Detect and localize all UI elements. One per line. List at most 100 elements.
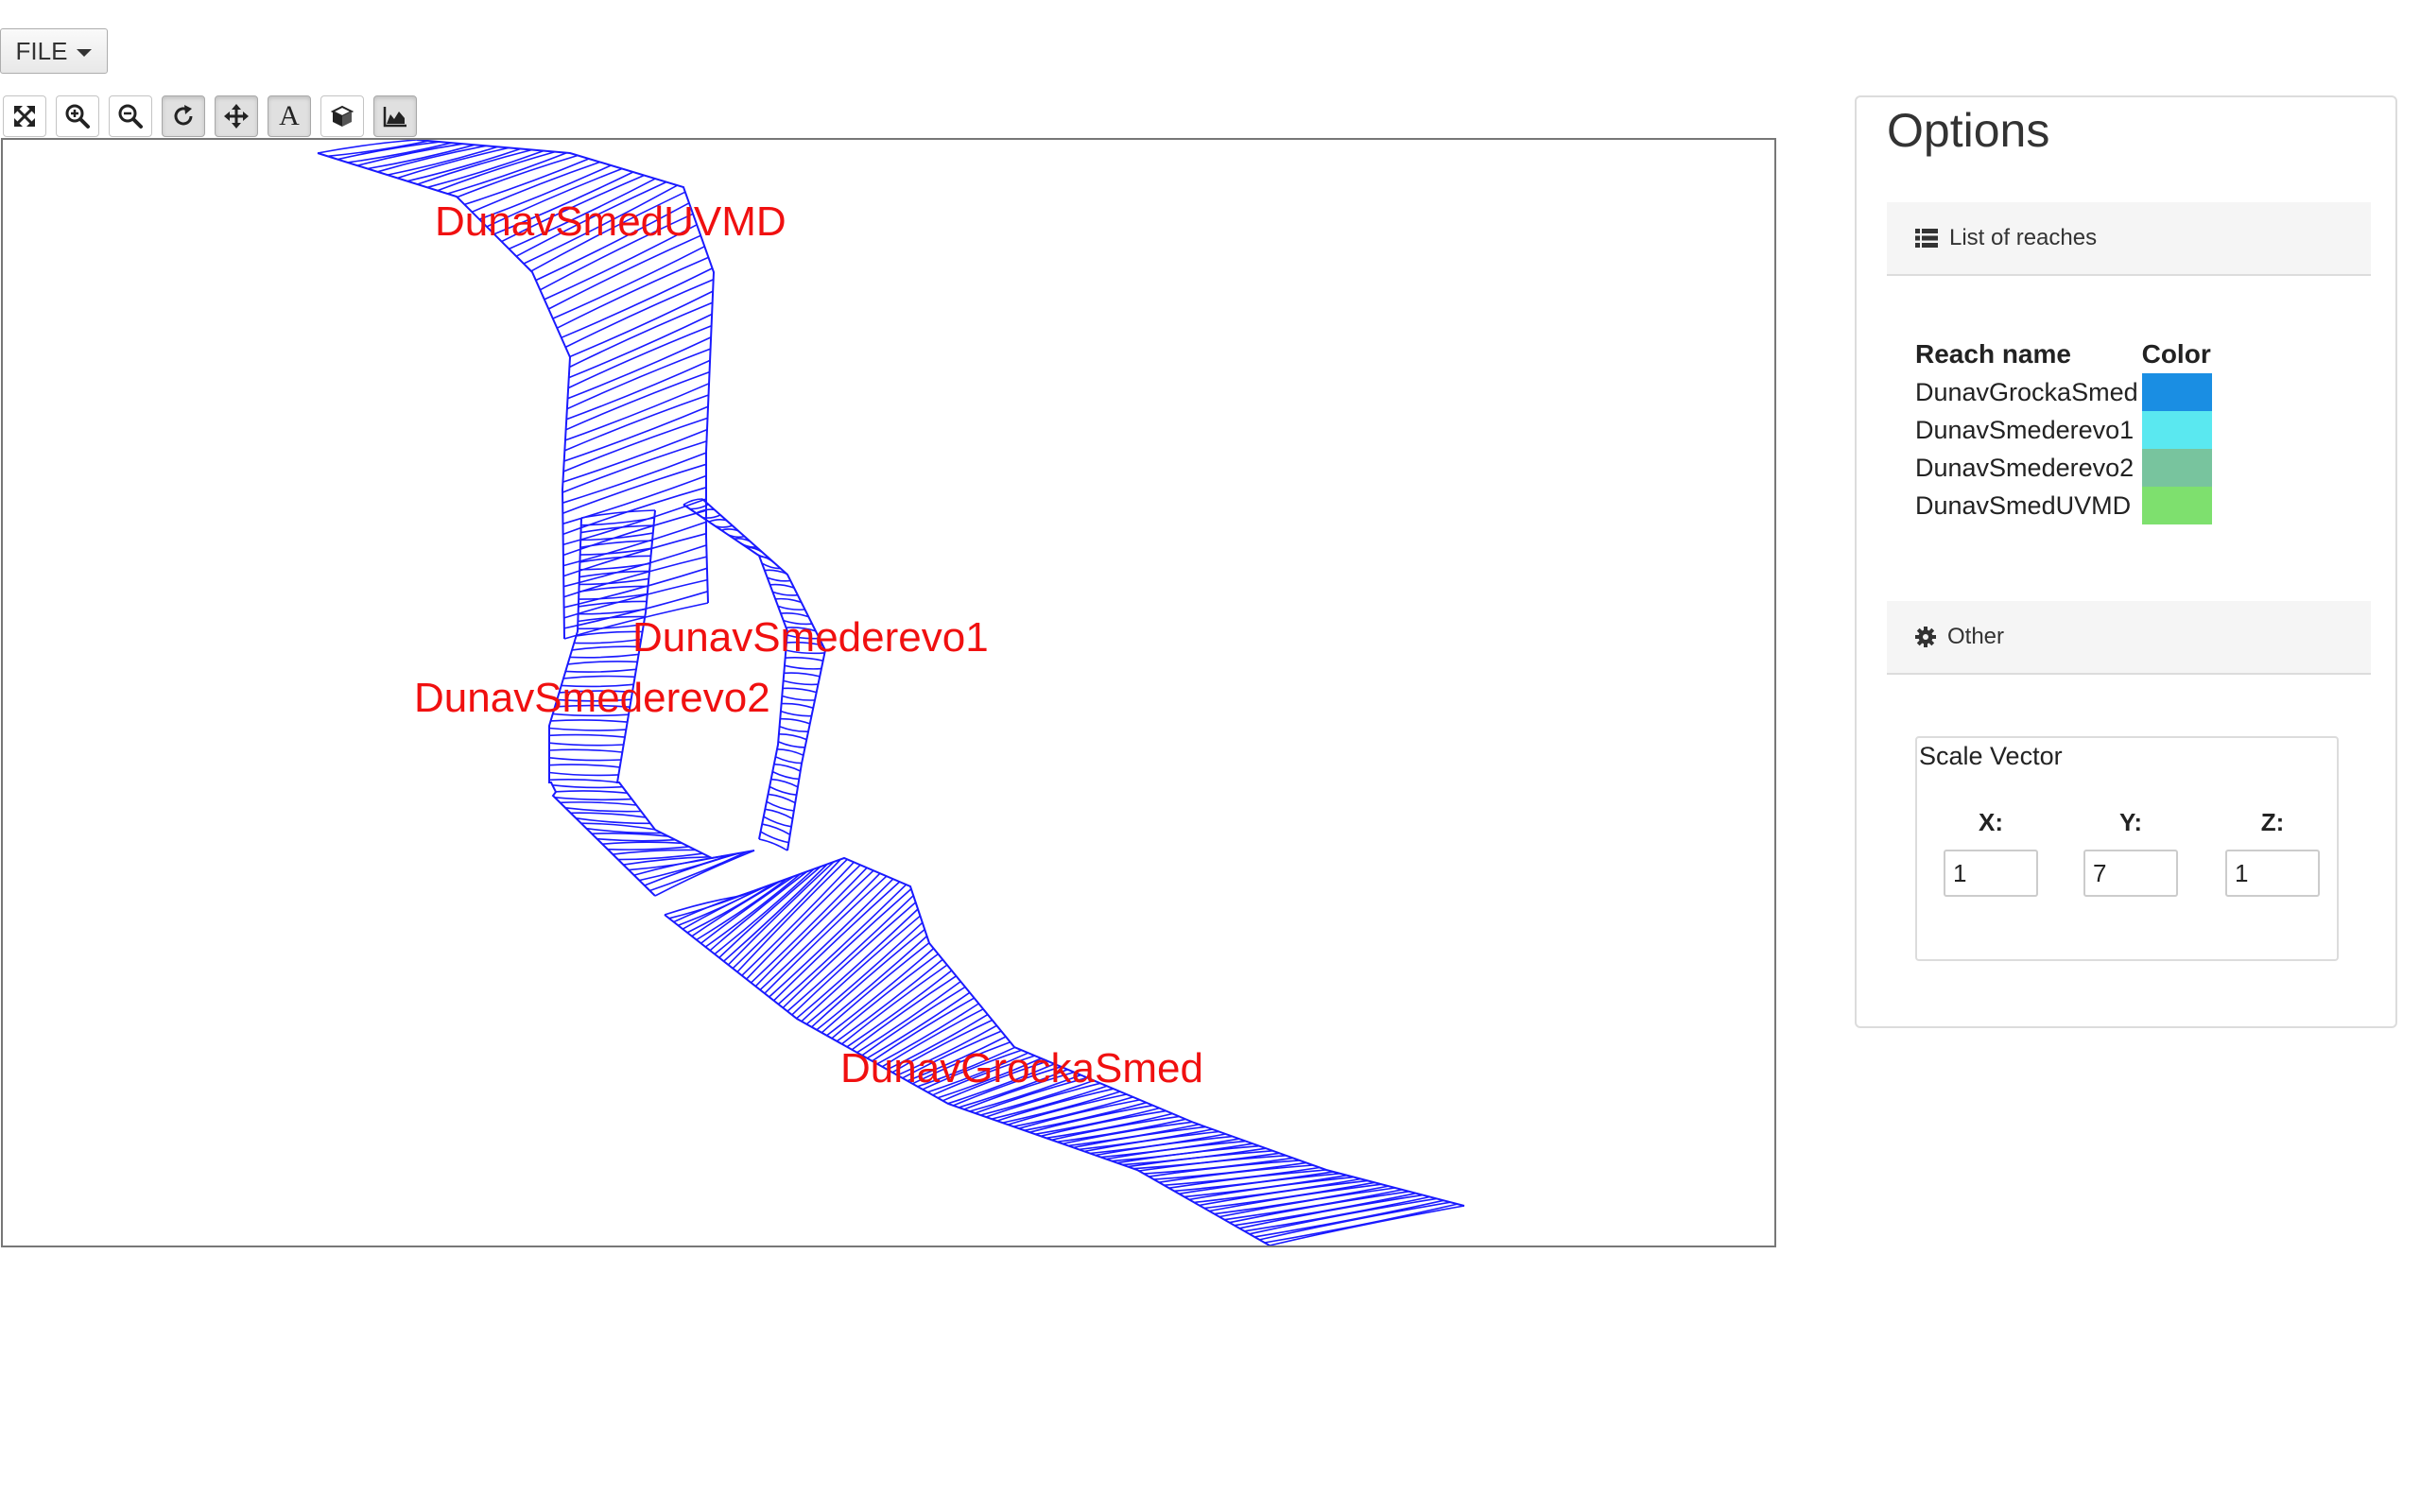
options-title: Options [1887,104,2050,157]
cross-section-line [564,807,642,813]
cross-section-line [769,785,797,796]
cross-section-line [548,764,620,768]
cross-section-line [775,756,803,765]
list-icon [1915,229,1938,248]
cross-section-line [783,679,819,686]
cross-section-line [562,521,707,567]
table-row: DunavSmederevo1 [1915,411,2215,449]
scale-x-group: X: [1944,808,2038,897]
cross-section-line [596,837,676,842]
cross-section-line [784,664,821,670]
scale-y-label: Y: [2118,808,2143,836]
cross-section-line [782,695,816,701]
color-swatch[interactable] [2141,411,2212,449]
reach-name: DunavGrockaSmed [1915,377,2138,406]
list-of-reaches-header[interactable]: List of reaches [1887,202,2371,276]
cross-section-line [1168,1169,1327,1189]
table-row: DunavSmedUVMD [1915,487,2215,524]
cross-section-line [777,741,805,748]
reach-table: Reach name Color DunavGrockaSmed DunavSm… [1915,335,2215,524]
zoom-out-button[interactable] [109,95,152,137]
reach-name: DunavSmederevo1 [1915,415,2135,444]
scale-y-input[interactable] [2083,850,2178,897]
move-arrows-icon [224,104,249,129]
cross-section-line [548,742,624,747]
cross-section-line [1269,1205,1465,1246]
cross-section-line [548,727,627,731]
cross-section-line [771,770,800,781]
cross-section-line [780,717,811,725]
scale-x-input[interactable] [1944,850,2038,897]
cross-section-line [548,733,626,738]
3d-view-button[interactable] [320,95,364,137]
cross-section-line [772,591,798,596]
file-menu-label: FILE [15,36,68,65]
cross-section-line [782,687,817,694]
cross-section-line [780,710,812,717]
file-menu-button[interactable]: FILE [0,28,108,74]
rotate-button[interactable] [162,95,205,137]
cross-section-line [563,405,709,462]
cross-section-line [778,732,807,741]
viewer-toolbar: A [3,95,417,137]
cross-section-line [576,817,650,825]
cross-section-line [579,540,653,549]
cross-section-line [773,763,802,772]
cross-section-line [562,452,707,504]
cross-section-line [574,638,642,644]
cross-section-line [562,428,708,483]
scale-z-input[interactable] [2225,850,2320,897]
3d-viewer-canvas[interactable]: DunavSmedUVMD DunavSmederevo1 DunavSmede… [1,138,1776,1247]
pan-button[interactable] [215,95,258,137]
cross-section-line [548,748,623,753]
reach-name-header: Reach name [1915,339,2071,369]
table-row: DunavSmederevo2 [1915,449,2215,487]
cross-section-line [565,668,636,673]
cross-section-line [781,702,814,709]
other-title: Other [1947,624,2005,649]
cross-section-line [779,725,809,733]
cross-section-line [554,797,632,801]
cross-section-line [571,645,640,651]
bank-line [683,504,789,840]
cross-section-line [602,841,683,845]
cross-section-line [1133,1152,1280,1170]
cross-section-line [562,417,708,472]
cross-section-line [569,653,639,659]
color-swatch[interactable] [2141,373,2212,411]
zoom-in-button[interactable] [56,95,99,137]
terrain-view-button[interactable] [373,95,417,137]
cross-section-line [552,784,623,789]
cross-section-line [708,518,727,523]
rotate-icon [174,105,193,126]
cross-section-line [548,779,618,783]
scale-y-group: Y: [2083,808,2178,897]
cross-section-line [607,846,689,850]
cross-section-line [548,757,622,762]
cross-section-line [1111,1143,1253,1162]
cross-section-line [701,514,721,519]
options-panel: Options List of reaches Reach name Color… [1855,95,2397,1028]
reach-name: DunavSmederevo2 [1915,453,2135,482]
other-header[interactable]: Other [1887,601,2371,675]
cross-section-line [613,849,697,855]
scale-vector-legend: Scale Vector [1919,742,2063,771]
color-header: Color [2141,339,2211,369]
cross-section-line [784,672,821,678]
zoom-in-icon [65,104,90,129]
gear-icon [1915,627,1936,647]
text-labels-button[interactable]: A [268,95,311,137]
color-swatch[interactable] [2141,449,2212,487]
color-swatch[interactable] [2141,487,2212,524]
cross-section-line [776,748,804,756]
scale-z-label: Z: [2260,808,2285,836]
cross-section-line [560,801,637,806]
cross-section-line [567,336,712,400]
reach-name: DunavSmedUVMD [1915,490,2132,520]
reach-label-uvmd: DunavSmedUVMD [435,198,786,245]
cross-section-line [555,790,628,794]
cross-section-line [709,870,808,952]
fit-screen-button[interactable] [3,95,46,137]
scale-x-label: X: [1979,808,2003,836]
caret-down-icon [77,48,93,57]
